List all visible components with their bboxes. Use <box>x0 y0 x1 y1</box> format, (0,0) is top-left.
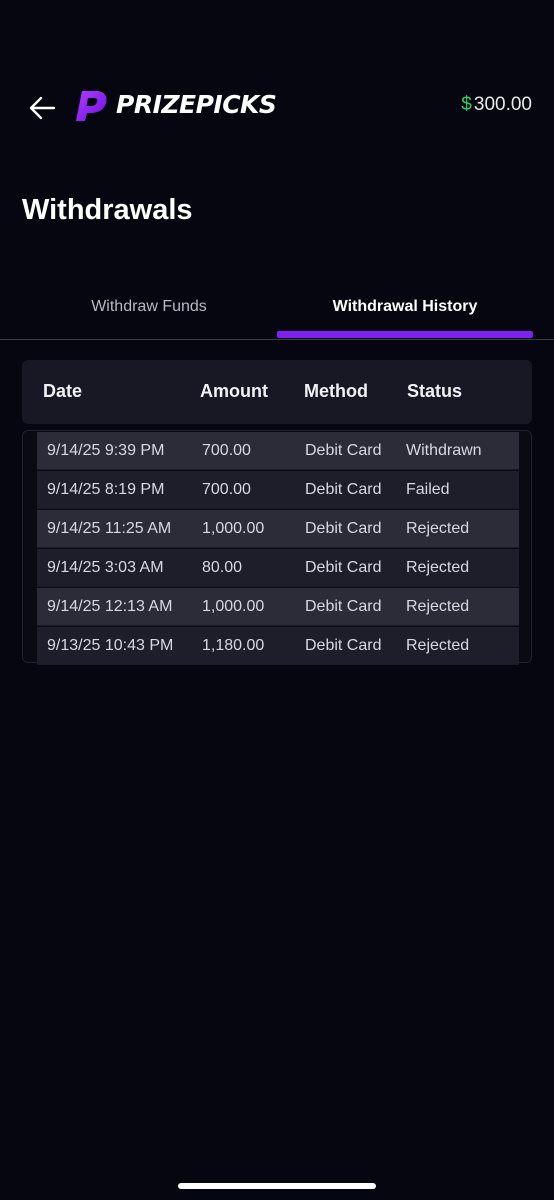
cell-date: 9/14/25 11:25 AM <box>47 520 172 537</box>
cell-amount: 1,000.00 <box>202 598 265 615</box>
cell-method: Debit Card <box>305 442 382 459</box>
cell-status: Rejected <box>406 598 470 615</box>
brand-name[interactable]: PRIZEPICKS <box>116 90 277 119</box>
column-header-status[interactable]: Status <box>407 360 462 422</box>
home-indicator[interactable] <box>178 1183 376 1189</box>
cell-status: Withdrawn <box>406 442 482 459</box>
cell-method: Debit Card <box>305 559 382 576</box>
cell-amount: 1,180.00 <box>202 637 265 654</box>
column-header-method[interactable]: Method <box>304 360 368 422</box>
cell-status: Rejected <box>406 520 470 537</box>
column-header-date[interactable]: Date <box>43 360 82 422</box>
cell-date: 9/14/25 3:03 AM <box>47 559 164 576</box>
cell-method: Debit Card <box>305 598 382 615</box>
cell-date: 9/14/25 9:39 PM <box>47 442 165 459</box>
cell-amount: 700.00 <box>202 481 251 498</box>
table-row[interactable]: 9/14/25 8:19 PM 700.00 Debit Card Failed <box>37 471 519 509</box>
table-row[interactable]: 9/14/25 12:13 AM 1,000.00 Debit Card Rej… <box>37 588 519 626</box>
cell-status: Rejected <box>406 559 470 576</box>
cell-method: Debit Card <box>305 637 382 654</box>
balance-amount: 300.00 <box>473 94 532 115</box>
back-button[interactable] <box>26 92 58 124</box>
table-row[interactable]: 9/14/25 3:03 AM 80.00 Debit Card Rejecte… <box>37 549 519 587</box>
currency-symbol: $ <box>461 94 472 115</box>
cell-method: Debit Card <box>305 520 382 537</box>
arrow-left-icon <box>29 96 56 120</box>
cell-amount: 700.00 <box>202 442 251 459</box>
page-title: Withdrawals <box>22 194 193 226</box>
tab-withdraw-funds[interactable]: Withdraw Funds <box>21 286 277 338</box>
cell-amount: 1,000.00 <box>202 520 265 537</box>
withdrawal-history-table[interactable]: 9/14/25 9:39 PM 700.00 Debit Card Withdr… <box>22 430 532 665</box>
withdrawals-screen: PRIZEPICKS $300.00 Withdrawals Withdraw … <box>0 0 554 1200</box>
column-header-amount[interactable]: Amount <box>200 360 268 422</box>
cell-amount: 80.00 <box>202 559 243 576</box>
cell-status: Failed <box>406 481 450 498</box>
account-balance[interactable]: $300.00 <box>461 94 532 116</box>
cell-date: 9/13/25 10:43 PM <box>47 637 174 654</box>
table-header: Date Amount Method Status <box>22 360 532 424</box>
cell-date: 9/14/25 12:13 AM <box>47 598 173 615</box>
cell-method: Debit Card <box>305 481 382 498</box>
tab-bar: Withdraw Funds Withdrawal History <box>0 286 554 340</box>
top-bar: PRIZEPICKS $300.00 <box>0 84 554 130</box>
cell-date: 9/14/25 8:19 PM <box>47 481 165 498</box>
table-row[interactable]: 9/14/25 9:39 PM 700.00 Debit Card Withdr… <box>37 432 519 470</box>
prizepicks-logo-icon <box>74 88 110 124</box>
table-row[interactable]: 9/13/25 10:43 PM 1,180.00 Debit Card Rej… <box>37 627 519 665</box>
active-tab-indicator <box>277 331 533 338</box>
table-row[interactable]: 9/14/25 11:25 AM 1,000.00 Debit Card Rej… <box>37 510 519 548</box>
cell-status: Rejected <box>406 637 470 654</box>
